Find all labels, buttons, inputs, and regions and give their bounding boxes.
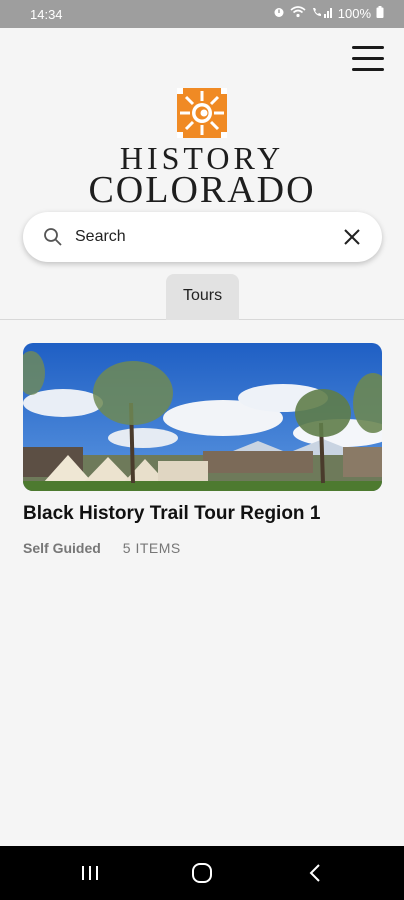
tour-card[interactable]: Black History Trail Tour Region 1 Self G… — [23, 343, 382, 556]
battery-label: 100% — [337, 6, 371, 21]
logo-sun-mark-icon — [177, 88, 227, 138]
status-bar: 14:34 100% — [0, 0, 404, 28]
tour-item-count: 5 ITEMS — [122, 540, 181, 556]
tour-meta: Self Guided 5 ITEMS — [23, 540, 181, 556]
search-input[interactable] — [75, 224, 325, 250]
tour-title: Black History Trail Tour Region 1 — [23, 503, 321, 524]
tab-bar: Tours — [0, 272, 404, 320]
tour-type: Self Guided — [23, 540, 101, 556]
status-icons: 100% — [273, 6, 384, 21]
system-nav-bar — [0, 846, 404, 900]
wifi-icon — [290, 6, 306, 21]
alarm-icon — [273, 6, 285, 21]
search-icon — [43, 227, 63, 247]
tour-card-image — [23, 343, 382, 491]
search-bar — [23, 212, 382, 262]
tab-tours[interactable]: Tours — [166, 274, 239, 320]
back-icon[interactable] — [302, 860, 328, 886]
logo-text-colorado: COLORADO — [88, 169, 316, 211]
status-time: 14:34 — [30, 7, 63, 22]
battery-icon — [376, 6, 384, 21]
recent-apps-icon[interactable] — [77, 860, 103, 886]
home-icon[interactable] — [189, 860, 215, 886]
history-colorado-logo: HISTORY COLORADO — [0, 88, 404, 211]
hamburger-menu-icon[interactable] — [352, 44, 384, 74]
close-icon[interactable] — [342, 227, 362, 247]
call-signal-icon — [311, 6, 333, 21]
